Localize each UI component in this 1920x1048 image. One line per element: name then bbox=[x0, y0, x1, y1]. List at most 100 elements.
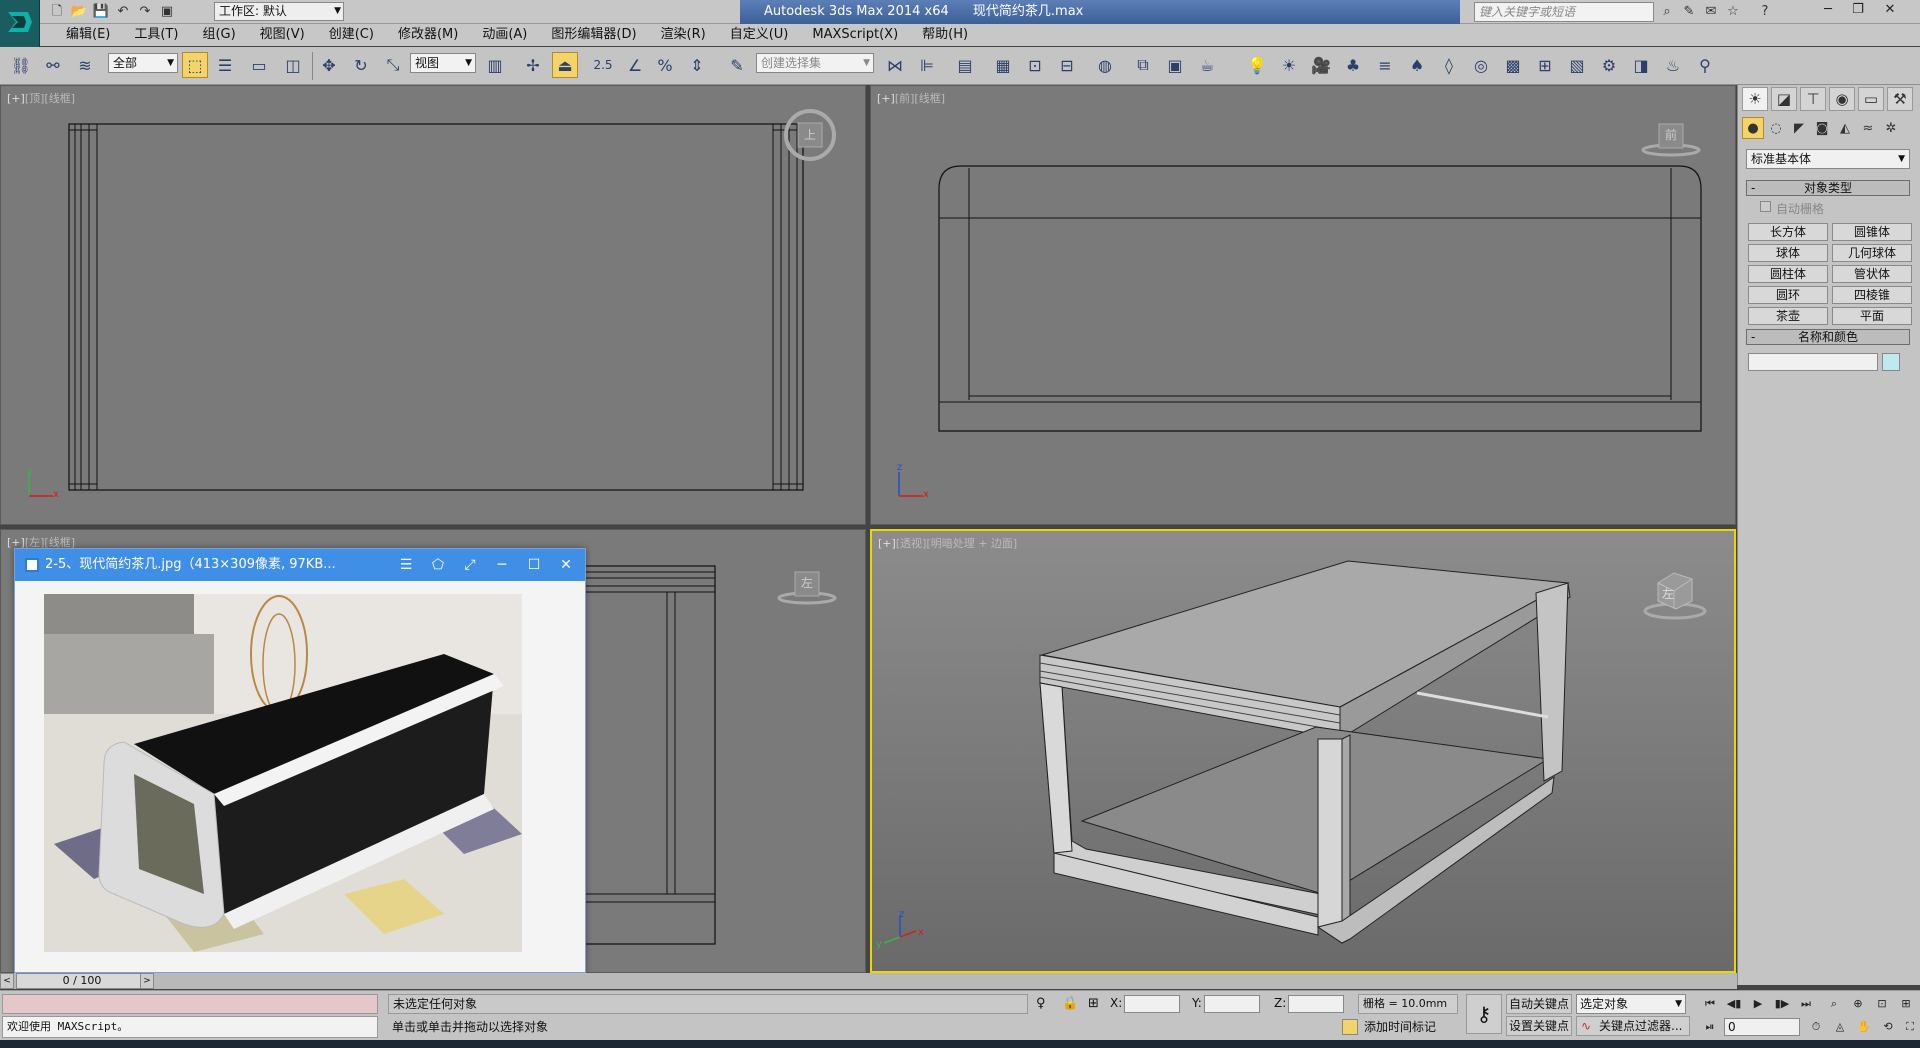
communication-icon[interactable]: ✉ bbox=[1702, 3, 1720, 21]
maximize-icon[interactable]: ☐ bbox=[521, 549, 547, 581]
viewport-perspective[interactable]: [+][透视][明暗处理 + 边面] 左 z x y bbox=[870, 529, 1736, 973]
unlink-icon[interactable]: ⚯ bbox=[40, 52, 66, 78]
light-icon[interactable]: 💡 bbox=[1244, 52, 1270, 78]
grid-tool-icon[interactable]: ⊞ bbox=[1532, 52, 1558, 78]
angle-snap-icon[interactable]: ∠ bbox=[622, 52, 648, 78]
auto-key-button[interactable]: 自动关键点 bbox=[1506, 994, 1572, 1014]
x-input[interactable] bbox=[1124, 994, 1181, 1013]
lights-icon[interactable]: ◤ bbox=[1788, 117, 1810, 139]
menu-graph-editors[interactable]: 图形编辑器(D) bbox=[539, 24, 648, 46]
menu-modifiers[interactable]: 修改器(M) bbox=[386, 24, 470, 46]
time-slider[interactable]: < 0 / 100 > bbox=[0, 973, 1737, 989]
torus-button[interactable]: 圆环 bbox=[1748, 286, 1828, 304]
name-color-header[interactable]: - 名称和颜色 bbox=[1746, 329, 1910, 345]
viewport-icon[interactable]: ▩ bbox=[1500, 52, 1526, 78]
key-selection-dropdown[interactable]: 选定对象 ▼ bbox=[1576, 994, 1686, 1014]
close-icon[interactable]: ✕ bbox=[553, 549, 579, 581]
cone-button[interactable]: 圆锥体 bbox=[1832, 223, 1912, 241]
sun-icon[interactable]: ☀ bbox=[1276, 52, 1302, 78]
menu-animation[interactable]: 动画(A) bbox=[470, 24, 539, 46]
select-object-icon[interactable]: ⬚ bbox=[182, 52, 208, 78]
helpers-icon[interactable]: ◭ bbox=[1834, 117, 1856, 139]
time-config-icon[interactable]: ⏱ bbox=[1806, 1018, 1826, 1036]
viewcube-left[interactable]: 左 bbox=[777, 568, 837, 622]
pyramid-button[interactable]: 四棱锥 bbox=[1832, 286, 1912, 304]
redo-icon[interactable]: ↷ bbox=[136, 3, 154, 21]
tube-button[interactable]: 管状体 bbox=[1832, 265, 1912, 283]
primitive-type-dropdown[interactable]: 标准基本体 ▼ bbox=[1746, 149, 1910, 169]
omni-icon[interactable]: ◊ bbox=[1436, 52, 1462, 78]
goto-end-icon[interactable]: ⏭ bbox=[1796, 995, 1816, 1013]
autogrid-checkbox[interactable]: 自动栅格 bbox=[1746, 196, 1910, 221]
set-key-icon[interactable]: ⚷ bbox=[1466, 994, 1502, 1034]
z-input[interactable] bbox=[1288, 994, 1345, 1013]
restore-button[interactable]: ❐ bbox=[1844, 0, 1872, 22]
display-icon[interactable]: ▧ bbox=[1564, 52, 1590, 78]
menu-rendering[interactable]: 渲染(R) bbox=[649, 24, 718, 46]
camera-icon[interactable]: 🎥 bbox=[1308, 52, 1334, 78]
minimize-icon[interactable]: ─ bbox=[489, 549, 515, 581]
teapot-button[interactable]: 茶壶 bbox=[1748, 307, 1828, 325]
pivot-center-icon[interactable]: ▥ bbox=[482, 52, 508, 78]
object-color-swatch[interactable] bbox=[1882, 353, 1900, 371]
menu-edit[interactable]: 编辑(E) bbox=[54, 24, 122, 46]
project-folder-icon[interactable]: ▣ bbox=[158, 3, 176, 21]
shapes-icon[interactable]: ◌ bbox=[1765, 117, 1787, 139]
curve-editor-icon[interactable]: ⊡ bbox=[1022, 52, 1048, 78]
menu-maxscript[interactable]: MAXScript(X) bbox=[800, 24, 910, 46]
isolate-icon[interactable]: ♀ bbox=[1036, 996, 1046, 1011]
select-manipulate-icon[interactable]: ✢ bbox=[520, 52, 546, 78]
modify-tab-icon[interactable]: ◪ bbox=[1771, 87, 1797, 111]
named-selection-dropdown[interactable]: 创建选择集 ▼ bbox=[756, 53, 874, 73]
render-setup-icon[interactable]: ⧉ bbox=[1130, 52, 1156, 78]
schematic-view-icon[interactable]: ⊟ bbox=[1054, 52, 1080, 78]
systems-icon[interactable]: ✲ bbox=[1880, 117, 1902, 139]
zoom-extents-all-icon[interactable]: ⊞ bbox=[1896, 995, 1916, 1013]
skin-icon[interactable]: ⬠ bbox=[425, 549, 451, 581]
key-mode-icon[interactable]: ⏯ bbox=[1700, 1018, 1720, 1036]
binoculars-icon[interactable]: ⌕ bbox=[1658, 3, 1676, 21]
prev-frame-icon[interactable]: ◀▮ bbox=[1724, 995, 1744, 1013]
object-type-header[interactable]: - 对象类型 bbox=[1746, 180, 1910, 196]
material-editor-icon[interactable]: ◍ bbox=[1092, 52, 1118, 78]
search-input[interactable]: 键入关键字或短语 bbox=[1474, 2, 1654, 22]
frame-icon[interactable]: ◨ bbox=[1628, 52, 1654, 78]
utilities-tab-icon[interactable]: ⚒ bbox=[1887, 87, 1913, 111]
lock-icon[interactable]: 🔒 bbox=[1062, 996, 1078, 1011]
object-name-input[interactable] bbox=[1748, 353, 1878, 371]
maxscript-listener-input[interactable] bbox=[2, 994, 378, 1014]
image-viewer-titlebar[interactable]: 2-5、现代简约茶几.jpg（413×309像素, 97KB... ☰ ⬠ ⤢ … bbox=[15, 549, 585, 581]
viewport-top[interactable]: [+][顶][线框] 上 y x bbox=[0, 85, 866, 525]
menu-group[interactable]: 组(G) bbox=[190, 24, 247, 46]
undo-icon[interactable]: ↶ bbox=[114, 3, 132, 21]
minimize-button[interactable]: ─ bbox=[1814, 0, 1842, 22]
rendered-frame-icon[interactable]: ▣ bbox=[1162, 52, 1188, 78]
zoom-all-icon[interactable]: ⊕ bbox=[1848, 995, 1868, 1013]
motion-tab-icon[interactable]: ◉ bbox=[1829, 87, 1855, 111]
select-by-name-icon[interactable]: ☰ bbox=[212, 52, 238, 78]
lamp-icon[interactable]: ⚲ bbox=[1692, 52, 1718, 78]
close-button[interactable]: ✕ bbox=[1876, 0, 1904, 22]
viewcube-perspective[interactable]: 左 bbox=[1642, 565, 1707, 620]
box-button[interactable]: 长方体 bbox=[1748, 223, 1828, 241]
app-logo[interactable] bbox=[0, 0, 40, 52]
y-input[interactable] bbox=[1203, 994, 1260, 1013]
teapot-icon[interactable]: ♨ bbox=[1660, 52, 1686, 78]
move-icon[interactable]: ✥ bbox=[316, 52, 342, 78]
play-icon[interactable]: ▶ bbox=[1748, 995, 1768, 1013]
menu-icon[interactable]: ☰ bbox=[393, 549, 419, 581]
new-file-icon[interactable]: 🗋 bbox=[48, 3, 66, 21]
viewcube-front[interactable]: 前 bbox=[1641, 120, 1701, 174]
selection-filter-dropdown[interactable]: 全部 ▼ bbox=[108, 53, 178, 73]
time-slider-thumb[interactable]: 0 / 100 bbox=[16, 973, 148, 989]
scale-icon[interactable]: ⤡ bbox=[380, 52, 406, 78]
display-tab-icon[interactable]: ▭ bbox=[1858, 87, 1884, 111]
geosphere-button[interactable]: 几何球体 bbox=[1832, 244, 1912, 262]
workspace-dropdown[interactable]: 工作区: 默认 ▼ bbox=[214, 2, 344, 21]
add-time-tag[interactable]: 添加时间标记 bbox=[1338, 1017, 1458, 1037]
zoom-icon[interactable]: ⌕ bbox=[1824, 995, 1844, 1013]
menu-help[interactable]: 帮助(H) bbox=[910, 24, 980, 46]
open-file-icon[interactable]: 📂 bbox=[70, 3, 88, 21]
viewcube-top[interactable]: 上 bbox=[783, 108, 837, 162]
spinner-snap-icon[interactable]: ⇕ bbox=[684, 52, 710, 78]
